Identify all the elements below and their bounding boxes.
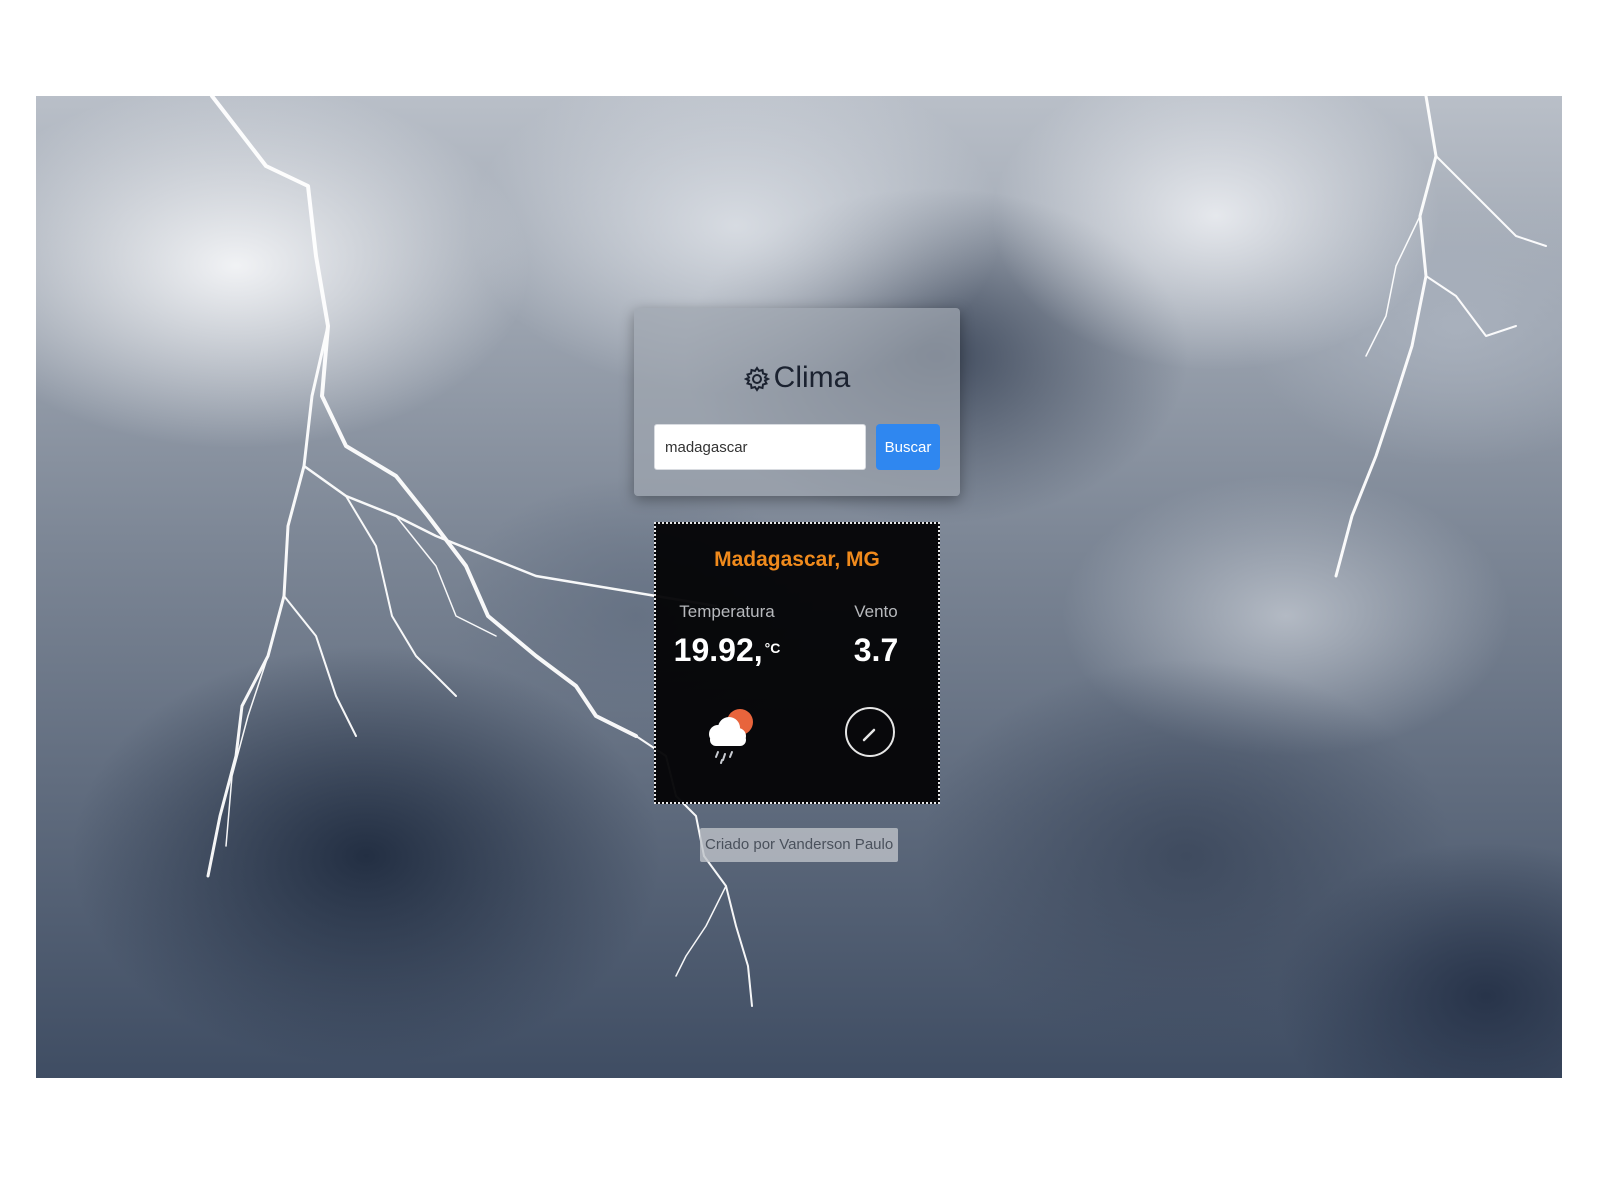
- app-title: Clima: [634, 360, 960, 396]
- location-name: Madagascar, MG: [714, 548, 880, 571]
- app-title-text: Clima: [773, 361, 851, 394]
- temperature-section: Temperatura 19.92, °C: [668, 602, 786, 668]
- city-search-input[interactable]: [654, 424, 866, 470]
- wind-section: Vento 3.7: [826, 602, 926, 668]
- temperature-value-row: 19.92, °C: [668, 632, 786, 668]
- credit-badge: Criado por Vanderson Paulo: [700, 828, 899, 862]
- temperature-value: 19.92,: [673, 632, 763, 668]
- temperature-label: Temperatura: [679, 602, 775, 621]
- gear-icon: [743, 365, 770, 392]
- search-button[interactable]: Buscar: [876, 424, 940, 470]
- cloud-sun-rain-icon: [700, 700, 762, 766]
- temperature-unit: °C: [764, 640, 781, 656]
- search-card: Clima Buscar: [634, 308, 960, 496]
- wind-direction-icon: [844, 700, 896, 766]
- wind-value: 3.7: [853, 632, 899, 668]
- weather-card: Madagascar, MG Temperatura 19.92, °C Vent…: [654, 522, 940, 804]
- wind-label: Vento: [854, 602, 898, 621]
